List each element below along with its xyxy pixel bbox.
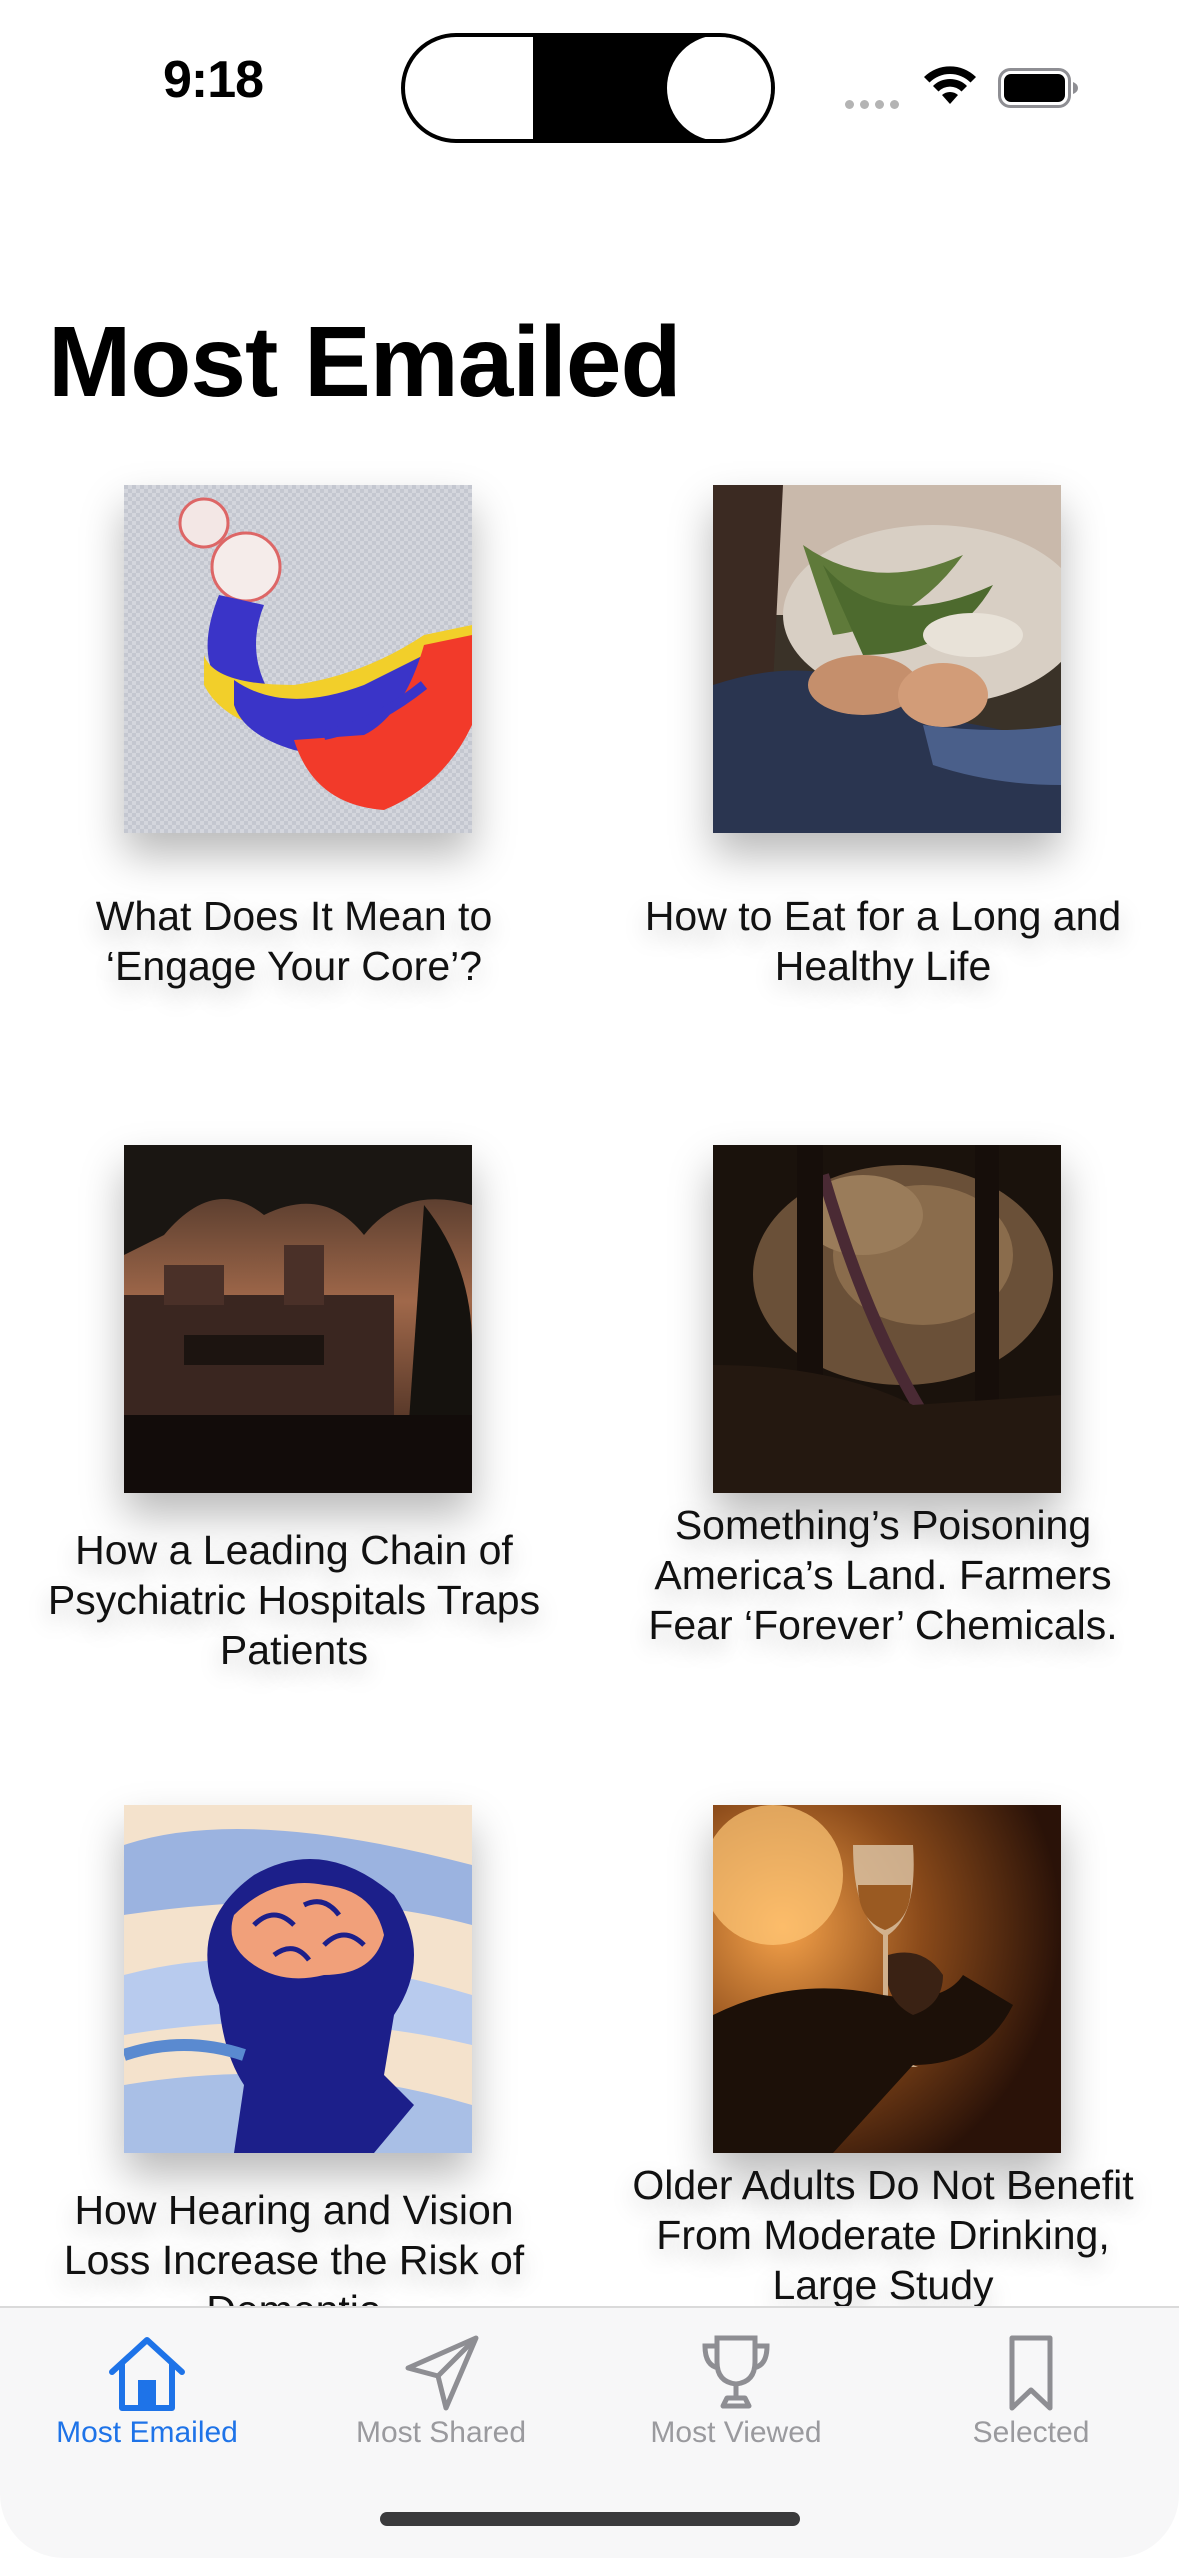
tab-most-shared[interactable]: Most Shared	[294, 2308, 588, 2468]
tab-label: Selected	[972, 2416, 1090, 2449]
article-thumbnail	[713, 1145, 1061, 1493]
article-headline: How to Eat for a Long and Healthy Life	[644, 893, 1122, 989]
home-indicator[interactable]	[380, 2512, 800, 2526]
article-card[interactable]: What Does It Mean to ‘Engage Your Core’?	[34, 485, 554, 1005]
tab-selected[interactable]: Selected	[884, 2308, 1178, 2468]
cellular-signal-icon	[845, 96, 905, 114]
article-card[interactable]: Something’s Poisoning America’s Land. Fa…	[623, 1145, 1143, 1685]
dynamic-island	[401, 33, 775, 143]
tab-label: Most Emailed	[56, 2416, 238, 2449]
article-headline: Something’s Poisoning America’s Land. Fa…	[648, 1502, 1118, 1648]
house-icon	[109, 2337, 185, 2411]
article-headline: How a Leading Chain of Psychiatric Hospi…	[47, 1527, 541, 1673]
status-time: 9:18	[163, 51, 264, 109]
tab-most-viewed[interactable]: Most Viewed	[589, 2308, 883, 2468]
article-thumbnail	[124, 1145, 472, 1493]
article-headline: What Does It Mean to ‘Engage Your Core’?	[95, 893, 493, 989]
tab-most-emailed[interactable]: Most Emailed	[0, 2308, 294, 2468]
article-card[interactable]: How Hearing and Vision Loss Increase the…	[34, 1805, 554, 2333]
article-card[interactable]: Older Adults Do Not Benefit From Moderat…	[623, 1805, 1143, 2325]
article-card[interactable]: How a Leading Chain of Psychiatric Hospi…	[34, 1145, 554, 1685]
bookmark-icon	[1009, 2335, 1053, 2411]
wifi-icon	[924, 66, 976, 104]
paper-plane-icon	[405, 2335, 479, 2411]
article-thumbnail	[124, 485, 472, 833]
battery-icon	[998, 68, 1078, 108]
article-thumbnail	[713, 1805, 1061, 2153]
page-title: Most Emailed	[48, 306, 682, 418]
tab-label: Most Viewed	[650, 2416, 822, 2449]
article-thumbnail	[124, 1805, 472, 2153]
trophy-icon	[702, 2335, 770, 2409]
tab-label: Most Shared	[355, 2416, 527, 2449]
article-card[interactable]: How to Eat for a Long and Healthy Life	[623, 485, 1143, 1005]
article-headline: Older Adults Do Not Benefit From Moderat…	[632, 2162, 1134, 2308]
article-thumbnail	[713, 485, 1061, 833]
